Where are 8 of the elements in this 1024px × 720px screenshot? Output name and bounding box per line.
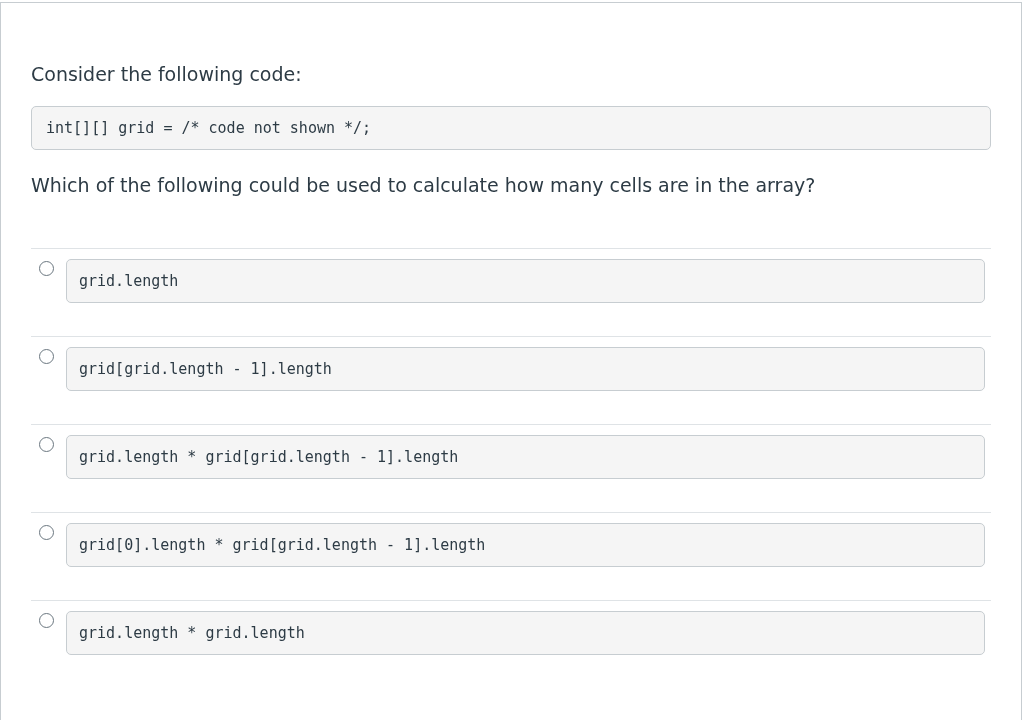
answer-option[interactable]: grid.length [66,259,985,303]
answer-option[interactable]: grid.length * grid[grid.length - 1].length [66,435,985,479]
prompt-text: Consider the following code: [31,63,303,85]
answer-option[interactable]: grid[0].length * grid[grid.length - 1].length [66,523,985,567]
code-block: int[][] grid = /* code not shown */; [31,106,991,150]
answer-option[interactable]: grid.length * grid.length [66,611,985,655]
answer-option[interactable]: grid[grid.length - 1].length [66,347,985,391]
question-text: Which of the following could be used to calculate how many cells are in the array? [31,174,817,196]
